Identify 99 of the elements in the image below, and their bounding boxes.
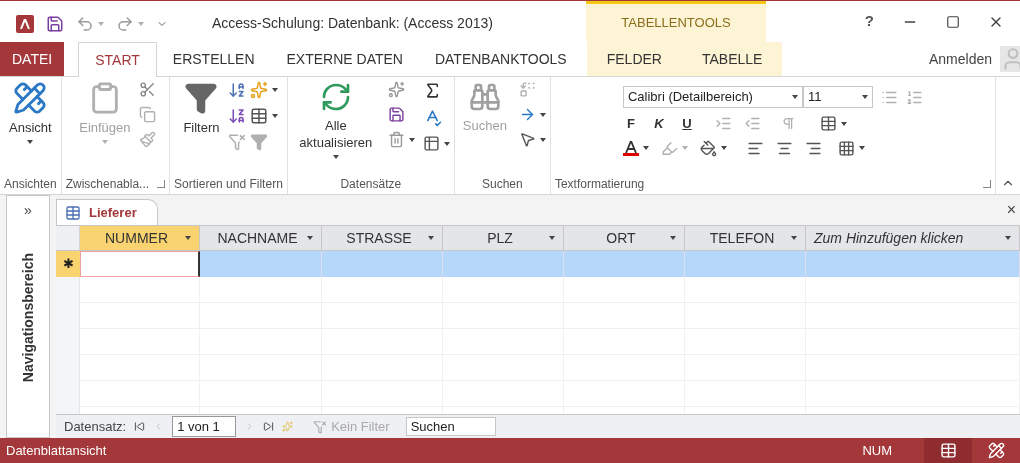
design-icon [987,442,1005,459]
caret-icon [428,236,434,240]
format-button[interactable]: K [650,114,667,134]
app-logo-icon [16,14,34,33]
gridlines-icon[interactable] [819,115,837,133]
ribbon-tab[interactable]: TABELLE [681,42,783,76]
no-filter-icon [313,419,328,434]
column-header[interactable]: NACHNAME [200,226,322,250]
expand-button[interactable]: » [24,200,32,221]
caret-icon [720,146,727,150]
record-label: Datensatz: [64,417,127,436]
caret-icon [681,146,688,150]
advanced-filter-icon[interactable] [249,107,268,125]
table-icon [65,204,81,221]
tab-label: Lieferer [89,203,138,222]
caret-icon [1005,236,1011,240]
sign-in-link[interactable]: Anmelden [928,48,992,70]
sort-descending-icon[interactable] [227,107,246,125]
window-title: Access-Schulung: Datenbank: (Access 2013) [212,14,493,33]
ribbon-button[interactable]: Alle aktualisieren [291,77,380,174]
caret-icon [549,236,555,240]
format-button[interactable]: F [622,114,639,134]
caret-icon [539,137,546,142]
save-icon[interactable] [387,106,405,123]
redo-icon[interactable] [116,14,134,33]
group-label: Sortieren und Filtern [174,176,283,193]
close-tab-button[interactable]: × [1006,198,1020,222]
new-record-marker: ✱ [56,251,80,277]
column-header[interactable]: Zum Hinzufügen klicken [806,226,1020,250]
caret-icon [443,141,450,146]
caret-icon [791,236,797,240]
contextual-tab-header: TABELLENTOOLS [586,1,766,42]
caret-icon [539,112,546,117]
column-header[interactable]: ORT [564,226,685,250]
search-field[interactable]: Suchen [405,417,496,436]
document-tab[interactable]: Lieferer [56,199,158,225]
ribbon-button[interactable]: Ansicht [5,77,56,174]
binoculars-icon [468,81,501,113]
group-label: Zwischenabla... [65,176,150,193]
user-icon [1000,46,1020,72]
navigation-pane[interactable]: » Navigationsbereich [6,195,50,438]
help-button[interactable]: ? [864,10,874,33]
font-dropdown[interactable]: Calibri (Detailbereich) [622,86,803,108]
group-label: Ansichten [4,176,57,193]
font-size: 11 [807,88,822,107]
pane-label: Navigationsbereich [18,253,37,383]
caret-icon [98,21,104,26]
caret-icon [408,137,415,142]
dialog-launcher-icon[interactable] [157,180,166,188]
caret-icon [858,146,865,150]
caret-icon [670,236,676,240]
caret-icon [138,21,144,26]
caret-icon [642,146,649,150]
font-name: Calibri (Detailbereich) [627,88,753,107]
fill-color-icon[interactable] [699,139,717,157]
toggle-filter-icon[interactable] [249,133,268,151]
dialog-launcher-icon[interactable] [983,180,991,188]
caret-icon [271,114,278,118]
ribbon-button[interactable]: Filtern [179,77,224,174]
cut-icon[interactable] [138,81,156,98]
undo-icon[interactable] [76,14,94,33]
font-color-icon[interactable] [622,140,639,156]
save-icon[interactable] [46,14,64,33]
column-header[interactable]: PLZ [443,226,564,250]
caret-icon [840,121,847,126]
last-record-icon[interactable] [263,421,275,432]
new-record-row[interactable]: ✱ [56,251,1020,277]
column-header[interactable]: NUMMER [80,226,200,250]
delete-icon[interactable] [387,131,405,148]
caret-icon [791,95,798,99]
num-lock-indicator: NUM [862,441,892,460]
column-header[interactable]: STRASSE [322,226,443,250]
ribbon-tab[interactable]: ERSTELLEN [156,42,271,76]
ribbon-tab[interactable]: START [78,42,157,77]
group-label: Suchen [482,176,523,193]
format-button[interactable]: U [678,114,695,134]
view-button[interactable] [924,438,972,463]
first-record-icon[interactable] [134,421,146,432]
caret-icon [271,88,278,92]
maximize-icon[interactable] [946,14,960,29]
caret-icon [185,236,191,240]
filter-icon [184,81,219,115]
caret-icon [861,95,868,99]
ribbon-tab[interactable]: DATEI [0,42,65,76]
caret-icon [307,236,313,240]
pointer-icon[interactable] [518,131,536,148]
group-label: Textformatierung [554,176,645,193]
ribbon-tab[interactable]: DATENBANKTOOLS [418,42,583,76]
group-label: Datensätze [340,176,402,193]
ribbon-tab[interactable]: FELDER [586,42,682,76]
datasheet-icon [939,442,957,459]
ribbon-tab[interactable]: EXTERNE DATEN [270,42,419,76]
column-header[interactable]: TELEFON [685,226,806,250]
sort-ascending-icon[interactable] [227,81,246,99]
font-size-dropdown[interactable]: 11 [802,86,873,108]
status-text: Datenblattansicht [5,441,107,460]
record-position-field[interactable]: 1 von 1 [172,415,237,438]
ruler-pencil-icon [13,81,48,115]
input-field[interactable] [80,251,200,277]
